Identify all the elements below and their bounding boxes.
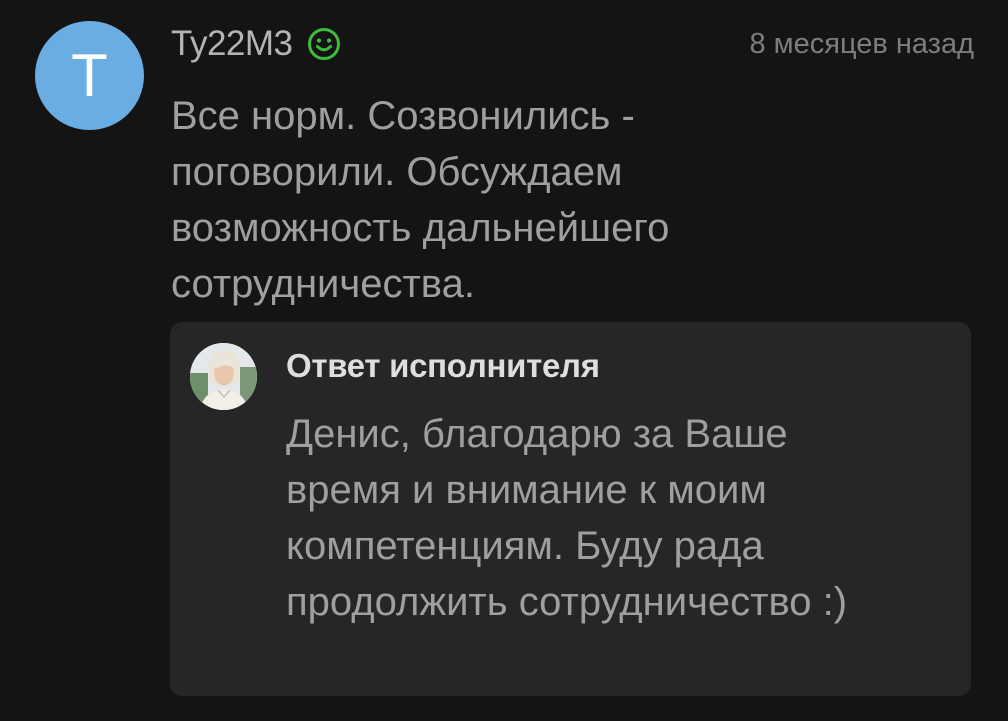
reply-text: Денис, благодарю за Ваше время и внимани… <box>286 412 848 624</box>
avatar-letter: T <box>71 42 108 109</box>
reply-title: Ответ исполнителя <box>286 347 600 384</box>
review-time: 8 месяцев назад <box>749 28 975 60</box>
author-avatar[interactable]: T <box>35 21 144 130</box>
author-name[interactable]: Ty22M3 <box>171 24 293 64</box>
user-photo-avatar[interactable] <box>190 343 257 410</box>
review-text: Все норм. Созвонились - поговорили. Обсу… <box>171 94 670 306</box>
review-card: T Ty22M3 8 месяцев назад Все норм. Созво… <box>0 0 1008 721</box>
smile-icon <box>307 27 341 61</box>
reply-card: Ответ исполнителя Денис, благодарю за Ва… <box>170 322 971 696</box>
author-row: Ty22M3 <box>171 24 341 64</box>
